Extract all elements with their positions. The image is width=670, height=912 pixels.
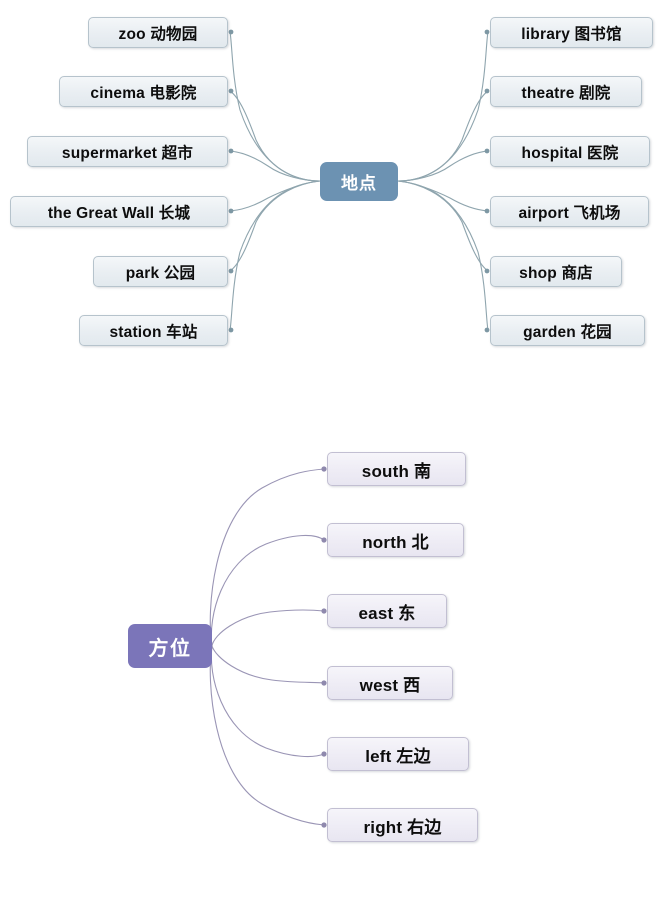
node-right-label: right 右边 [363, 817, 442, 837]
node-south-label: south 南 [361, 461, 432, 481]
node-left-label: left 左边 [365, 746, 431, 766]
edge-root-left [210, 645, 325, 758]
node-north-label: north 北 [362, 532, 429, 552]
node-shop-label: shop 商店 [519, 264, 593, 282]
mindmap-directions: 方位 south 南 north 北 east 东 west 西 left 左边… [0, 420, 670, 912]
edge-root-zoo [229, 31, 321, 182]
node-station[interactable]: station 车站 [79, 315, 228, 346]
node-hospital[interactable]: hospital 医院 [490, 136, 650, 167]
node-garden[interactable]: garden 花园 [490, 315, 645, 346]
edge-root-station [229, 180, 321, 331]
node-library-label: library 图书馆 [521, 25, 622, 43]
node-airport-label: airport 飞机场 [518, 204, 621, 222]
edge-root-supermarket [229, 150, 321, 182]
node-park[interactable]: park 公园 [93, 256, 228, 287]
node-garden-label: garden 花园 [523, 323, 612, 341]
node-left[interactable]: left 左边 [327, 737, 469, 771]
edge-root-right [209, 645, 325, 826]
edge-root-east [211, 609, 325, 647]
node-west[interactable]: west 西 [327, 666, 453, 700]
edge-root-garden [397, 180, 489, 331]
edge-root-park [229, 180, 321, 272]
edge-root-north [210, 535, 325, 647]
node-zoo[interactable]: zoo 动物园 [88, 17, 228, 48]
node-south[interactable]: south 南 [327, 452, 466, 486]
node-theatre[interactable]: theatre 剧院 [490, 76, 642, 107]
node-zoo-label: zoo 动物园 [118, 25, 198, 43]
node-hospital-label: hospital 医院 [521, 144, 619, 162]
root-node-places-label: 地点 [341, 174, 377, 193]
edge-root-south [209, 468, 325, 647]
edge-root-cinema [229, 90, 321, 182]
node-east-label: east 东 [358, 603, 416, 623]
directions-edge-endpoints [321, 466, 327, 828]
mindmap-places: 地点 zoo 动物园 cinema 电影院 supermarket 超市 the… [0, 0, 670, 420]
root-node-directions-label: 方位 [148, 637, 192, 660]
node-library[interactable]: library 图书馆 [490, 17, 653, 48]
edge-root-hospital [397, 150, 489, 182]
node-north[interactable]: north 北 [327, 523, 464, 557]
node-right[interactable]: right 右边 [327, 808, 478, 842]
edge-root-shop [397, 180, 489, 272]
root-node-directions[interactable]: 方位 [128, 624, 212, 668]
node-shop[interactable]: shop 商店 [490, 256, 622, 287]
node-great-wall-label: the Great Wall 长城 [47, 204, 191, 222]
node-airport[interactable]: airport 飞机场 [490, 196, 649, 227]
edge-root-airport [397, 180, 489, 212]
node-great-wall[interactable]: the Great Wall 长城 [10, 196, 228, 227]
node-supermarket[interactable]: supermarket 超市 [27, 136, 228, 167]
edge-root-great-wall [229, 180, 321, 212]
edge-root-library [397, 31, 489, 182]
root-node-places[interactable]: 地点 [320, 162, 398, 201]
edge-root-theatre [397, 90, 489, 182]
node-supermarket-label: supermarket 超市 [61, 144, 194, 162]
node-west-label: west 西 [359, 675, 421, 695]
node-theatre-label: theatre 剧院 [521, 84, 611, 102]
node-station-label: station 车站 [109, 323, 198, 341]
node-cinema-label: cinema 电影院 [90, 84, 197, 102]
node-cinema[interactable]: cinema 电影院 [59, 76, 228, 107]
edge-root-west [211, 645, 325, 684]
node-park-label: park 公园 [125, 264, 196, 282]
node-east[interactable]: east 东 [327, 594, 447, 628]
